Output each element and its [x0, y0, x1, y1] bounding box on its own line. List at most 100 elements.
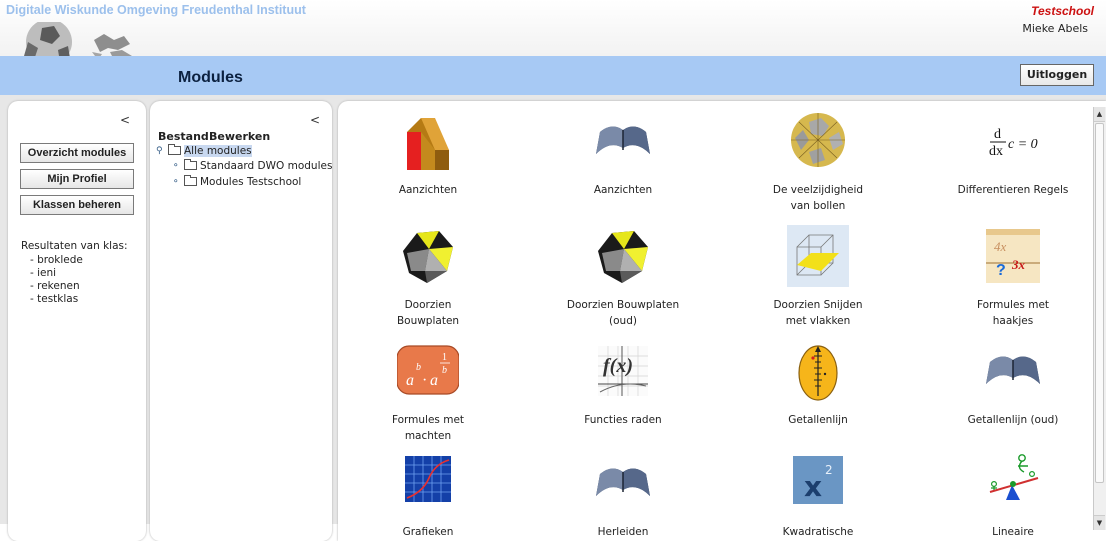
tree-collapsed-icon[interactable]: ⚬: [172, 177, 181, 187]
modules-scrollbar[interactable]: ▲ ▼: [1093, 107, 1106, 530]
seesaw-icon: [989, 454, 1039, 500]
scroll-up-icon[interactable]: ▲: [1094, 107, 1105, 122]
class-item-testklas[interactable]: - testklas: [30, 293, 78, 305]
module-label: Getallenlijn: [788, 414, 848, 426]
module-label: Lineaire: [992, 526, 1034, 538]
overview-modules-button[interactable]: Overzicht modules: [20, 143, 134, 163]
module-kwadratische[interactable]: x 2 Kwadratische: [743, 452, 893, 540]
user-name: Mieke Abels: [1022, 22, 1088, 35]
folder-icon: [184, 159, 197, 170]
tree-node-standard-modules[interactable]: ⚬ Standaard DWO modules: [172, 159, 332, 172]
title-bar: Modules Uitloggen: [0, 56, 1106, 95]
module-label: Kwadratische: [782, 526, 854, 538]
brackets-question: ?: [996, 262, 1006, 279]
module-differentieren-regels[interactable]: d dx c = 0 Differentieren Regels: [938, 110, 1088, 198]
module-doorzien-bouwplaten-oud[interactable]: Doorzien Bouwplaten (oud): [548, 225, 698, 329]
polyhedron-ball-icon: [791, 113, 845, 167]
app-title: Digitale Wiskunde Omgeving Freudenthal I…: [6, 3, 306, 17]
school-name: Testschool: [1031, 4, 1094, 18]
module-label: Doorzien Bouwplaten (oud): [566, 299, 680, 327]
tree-node-label: Alle modules: [184, 144, 252, 157]
module-label: Formules met haakjes: [976, 299, 1050, 327]
module-formules-machten[interactable]: a b · a 1 b Formules met machten: [353, 340, 503, 444]
powers-exp-b: b: [416, 362, 421, 373]
module-label: Getallenlijn (oud): [967, 414, 1059, 426]
module-doorzien-bouwplaten[interactable]: Doorzien Bouwplaten: [353, 225, 503, 329]
page-title: Modules: [178, 69, 243, 86]
folder-icon: [184, 175, 197, 186]
class-item-broklede[interactable]: - broklede: [30, 254, 83, 266]
net-solid-icon: [598, 231, 648, 283]
tree-node-label: Modules Testschool: [200, 175, 302, 188]
module-label: Grafieken: [402, 526, 454, 538]
tree-node-school-modules[interactable]: ⚬ Modules Testschool: [172, 175, 301, 188]
menu-bestand[interactable]: Bestand: [158, 130, 209, 143]
kwadr-x: x: [804, 470, 822, 503]
net-solid-icon: [403, 231, 453, 283]
tree-expanded-icon[interactable]: ⚲: [156, 146, 165, 156]
my-profile-button[interactable]: Mijn Profiel: [20, 169, 134, 189]
tree-node-label: Standaard DWO modules: [200, 159, 333, 172]
module-label: Aanzichten: [593, 184, 653, 196]
brackets-formula-icon: 4x ? 3x: [986, 229, 1040, 283]
module-veelzijdigheid-bollen[interactable]: De veelzijdigheid van bollen: [743, 110, 893, 214]
derivative-formula-icon: d dx c = 0: [989, 127, 1038, 159]
manage-classes-button[interactable]: Klassen beheren: [20, 195, 134, 215]
top-header: Digitale Wiskunde Omgeving Freudenthal I…: [0, 0, 1106, 70]
book-icon: [986, 356, 1040, 384]
module-getallenlijn[interactable]: Getallenlijn: [743, 340, 893, 428]
function-graph-icon: f(x): [598, 346, 648, 396]
derivative-dx: dx: [989, 144, 1003, 159]
module-formules-haakjes[interactable]: 4x ? 3x Formules met haakjes: [938, 225, 1088, 329]
module-label: Differentieren Regels: [957, 184, 1069, 196]
collapse-tree-panel-button[interactable]: <: [310, 113, 320, 127]
numberline-icon: [798, 345, 838, 401]
scroll-thumb[interactable]: [1095, 123, 1104, 483]
brackets-term-b: 3x: [1011, 257, 1026, 272]
tree-collapsed-icon[interactable]: ⚬: [172, 161, 181, 171]
module-label: Aanzichten: [398, 184, 458, 196]
collapse-left-panel-button[interactable]: <: [120, 113, 130, 127]
module-lineaire[interactable]: Lineaire: [938, 452, 1088, 540]
red-block-icon: [407, 118, 449, 170]
brackets-term-a: 4x: [994, 239, 1007, 254]
menu-bewerken[interactable]: Bewerken: [209, 130, 270, 143]
class-item-rekenen[interactable]: - rekenen: [30, 280, 80, 292]
powers-dot: ·: [422, 372, 427, 389]
navigation-panel: < Overzicht modules Mijn Profiel Klassen…: [8, 101, 146, 541]
cube-plane-icon: [787, 225, 849, 287]
module-tree-panel: < Bestand Bewerken ⚲ Alle modules ⚬ Stan…: [150, 101, 332, 541]
module-label: De veelzijdigheid van bollen: [772, 184, 864, 212]
powers-exp-b2: b: [442, 365, 447, 376]
powers-base-a2: a: [430, 372, 438, 389]
book-icon: [596, 468, 650, 496]
powers-formula-icon: a b · a 1 b: [397, 345, 459, 395]
logout-button[interactable]: Uitloggen: [1020, 64, 1094, 86]
derivative-d: d: [994, 127, 1001, 142]
module-doorzien-snijden[interactable]: Doorzien Snijden met vlakken: [743, 225, 893, 329]
folder-icon: [168, 144, 181, 155]
powers-exp-one: 1: [442, 352, 447, 363]
module-functies-raden[interactable]: f(x) Functies raden: [548, 340, 698, 428]
powers-base-a: a: [406, 372, 414, 389]
module-label: Doorzien Bouwplaten: [396, 299, 460, 327]
module-getallenlijn-oud[interactable]: Getallenlijn (oud): [938, 340, 1088, 428]
scroll-down-icon[interactable]: ▼: [1094, 515, 1105, 530]
results-title: Resultaten van klas:: [21, 240, 128, 252]
module-herleiden[interactable]: Herleiden: [548, 452, 698, 540]
content-area: < Overzicht modules Mijn Profiel Klassen…: [0, 95, 1106, 541]
module-label: Herleiden: [597, 526, 649, 538]
book-icon: [596, 126, 650, 154]
modules-grid: Aanzichten Aanzichten De veelzijdigheid …: [338, 101, 1106, 541]
module-label: Functies raden: [584, 414, 662, 426]
x-squared-icon: x 2: [793, 456, 843, 504]
module-aanzichten-book[interactable]: Aanzichten: [548, 110, 698, 198]
module-aanzichten[interactable]: Aanzichten: [353, 110, 503, 198]
class-item-ieni[interactable]: - ieni: [30, 267, 56, 279]
module-grafieken[interactable]: Grafieken: [353, 452, 503, 540]
module-label: Doorzien Snijden met vlakken: [773, 299, 863, 327]
tree-node-all-modules[interactable]: ⚲ Alle modules: [156, 144, 252, 157]
derivative-rest: c = 0: [1008, 137, 1038, 152]
module-label: Formules met machten: [391, 414, 465, 442]
graph-grid-icon: [405, 456, 451, 502]
